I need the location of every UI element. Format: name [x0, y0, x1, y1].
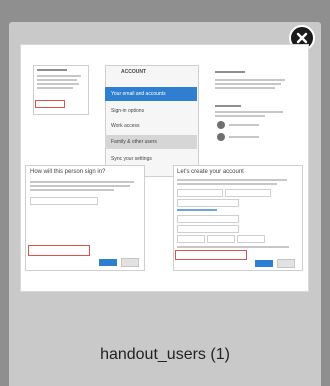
create-account-title: Let's create your account [177, 169, 244, 175]
settings-menu-item: Sign-in options [111, 108, 145, 114]
thumb-cancel-button [121, 258, 139, 267]
file-name-label: handout_users (1) [100, 346, 230, 363]
highlight-box [35, 100, 65, 108]
settings-menu-item: Sync your settings [111, 156, 152, 162]
highlight-box [175, 250, 247, 260]
settings-header: ACCOUNT [121, 69, 146, 75]
settings-menu-item: Family & other users [111, 139, 157, 145]
user-avatar [217, 133, 225, 141]
thumb-back-button [277, 259, 295, 268]
settings-menu-item: Your email and accounts [111, 91, 166, 97]
highlight-box [28, 245, 90, 256]
user-avatar [217, 121, 225, 129]
thumb-next-button [255, 260, 273, 267]
signin-dialog-title: How will this person sign in? [30, 169, 106, 175]
document-thumbnail[interactable]: ACCOUNT Your email and accounts Sign-in … [21, 45, 308, 291]
thumb-next-button [99, 259, 117, 266]
close-icon [296, 32, 308, 44]
settings-menu-item: Work access [111, 123, 140, 129]
